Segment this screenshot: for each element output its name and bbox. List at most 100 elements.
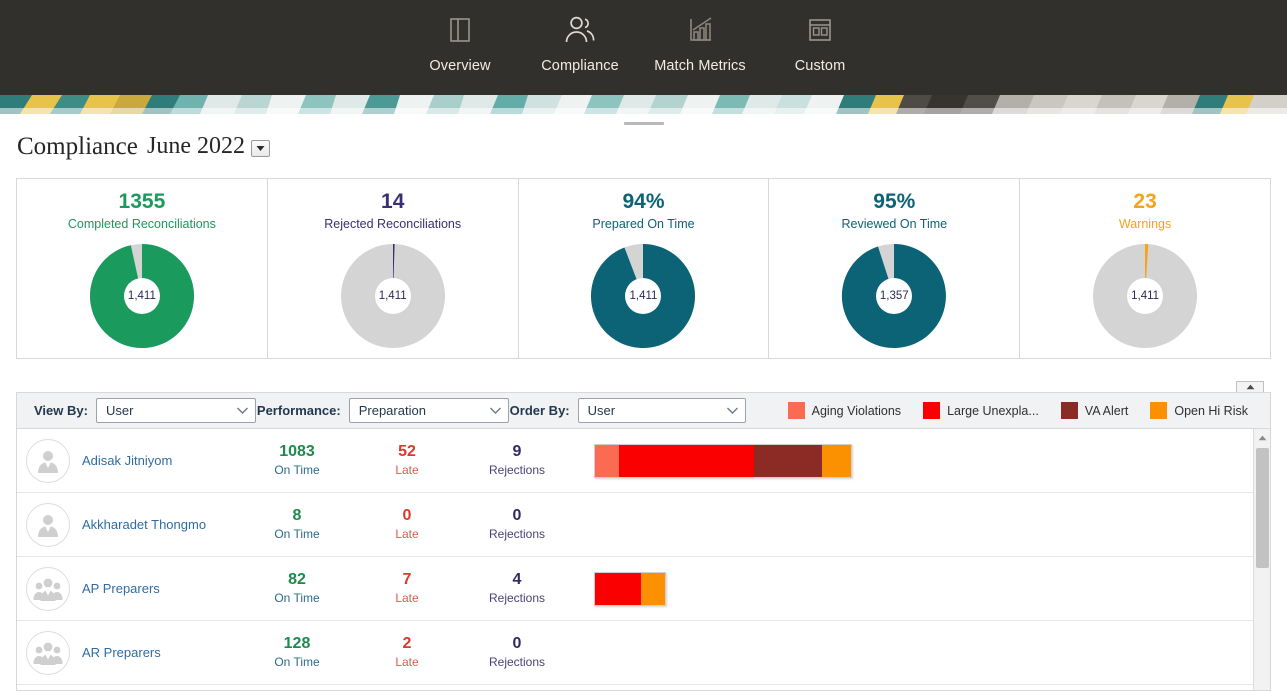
performance-select[interactable]: Preparation: [349, 398, 509, 423]
scrollbar-thumb[interactable]: [1256, 448, 1269, 568]
panel-drag-handle[interactable]: [624, 122, 664, 125]
metric-label: Late: [352, 590, 462, 607]
kpi-tile-rejected-reconciliations[interactable]: 14 Rejected Reconciliations 1,411: [268, 179, 519, 358]
legend-swatch: [923, 402, 940, 419]
nav-item-compliance[interactable]: Compliance: [520, 0, 640, 74]
legend-item-open-hi-risk[interactable]: Open Hi Risk: [1150, 402, 1248, 419]
chevron-down-icon: [726, 406, 739, 415]
nav-label-match-metrics: Match Metrics: [654, 58, 746, 74]
dashboard-window-icon: [805, 10, 835, 50]
kpi-caption: Warnings: [1119, 215, 1171, 233]
nav-label-custom: Custom: [795, 58, 846, 74]
legend-item-aging-violations[interactable]: Aging Violations: [788, 402, 901, 419]
period-label: June 2022: [147, 133, 245, 160]
bar-segment-aging-violations: [595, 445, 619, 477]
filter-performance-label: Performance:: [257, 403, 341, 418]
stacked-bar-cell[interactable]: [594, 572, 666, 606]
kpi-value: 23: [1133, 190, 1156, 214]
single-person-icon: [33, 446, 63, 476]
chevron-down-icon: [236, 406, 249, 415]
panel-collapse-toggle[interactable]: [1236, 381, 1264, 392]
table-row[interactable]: AP Preparers 82 On Time 7 Late 4 Rejecti…: [17, 557, 1255, 621]
metric-label: Late: [352, 654, 462, 671]
stacked-bar: [594, 444, 852, 478]
metric-value: 0: [462, 634, 572, 654]
metric-rejections: 0 Rejections: [462, 506, 572, 543]
kpi-value: 95%: [873, 190, 915, 214]
filter-view-by: View By: User: [34, 398, 256, 423]
decorative-banner-image: [0, 95, 1287, 114]
metric-value: 1083: [242, 442, 352, 462]
metric-rejections: 9 Rejections: [462, 442, 572, 479]
bar-segment-open-hi-risk: [641, 573, 665, 605]
metric-late: 0 Late: [352, 506, 462, 543]
layout-panel-icon: [445, 10, 475, 50]
donut-chart-warnings: 1,411: [1090, 241, 1200, 351]
donut-chart-reviewed-on-time: 1,357: [839, 241, 949, 351]
group-people-icon: [32, 638, 64, 668]
donut-center-value: 1,411: [588, 241, 698, 351]
donut-center-value: 1,411: [1090, 241, 1200, 351]
donut-chart-completed-reconciliations: 1,411: [87, 241, 197, 351]
user-name-link[interactable]: Akkharadet Thongmo: [82, 517, 242, 532]
view-by-select[interactable]: User: [96, 398, 256, 423]
kpi-caption: Completed Reconciliations: [68, 215, 216, 233]
kpi-caption: Prepared On Time: [592, 215, 694, 233]
donut-center-value: 1,411: [338, 241, 448, 351]
kpi-tile-completed-reconciliations[interactable]: 1355 Completed Reconciliations 1,411: [17, 179, 268, 358]
nav-item-custom[interactable]: Custom: [760, 0, 880, 74]
kpi-tile-reviewed-on-time[interactable]: 95% Reviewed On Time 1,357: [769, 179, 1020, 358]
user-name-link[interactable]: AP Preparers: [82, 581, 242, 596]
kpi-caption: Rejected Reconciliations: [324, 215, 461, 233]
nav-item-match-metrics[interactable]: Match Metrics: [640, 0, 760, 74]
performance-detail-panel: View By: User Performance: Preparation O…: [16, 392, 1271, 691]
donut-center-value: 1,357: [839, 241, 949, 351]
legend-label: Large Unexpla...: [947, 404, 1039, 418]
user-name-link[interactable]: Adisak Jitniyom: [82, 453, 242, 468]
legend-swatch: [1150, 402, 1167, 419]
table-row[interactable]: Adisak Jitniyom 1083 On Time 52 Late 9 R…: [17, 429, 1255, 493]
filter-view-by-label: View By:: [34, 403, 88, 418]
metric-value: 7: [352, 570, 462, 590]
nav-item-overview[interactable]: Overview: [400, 0, 520, 74]
legend-item-va-alert[interactable]: VA Alert: [1061, 402, 1129, 419]
legend-label: Aging Violations: [812, 404, 901, 418]
filter-order-by: Order By: User: [510, 398, 746, 423]
metric-late: 2 Late: [352, 634, 462, 671]
table-vertical-scrollbar[interactable]: [1253, 429, 1270, 690]
table-row[interactable]: Akkharadet Thongmo 8 On Time 0 Late 0 Re…: [17, 493, 1255, 557]
legend-item-large-unexplained[interactable]: Large Unexpla...: [923, 402, 1039, 419]
donut-chart-rejected-reconciliations: 1,411: [338, 241, 448, 351]
user-name-link[interactable]: AR Preparers: [82, 645, 242, 660]
nav-label-overview: Overview: [429, 58, 490, 74]
metric-on-time: 1083 On Time: [242, 442, 352, 479]
page-title: Compliance: [17, 133, 138, 161]
kpi-value: 94%: [622, 190, 664, 214]
table-row[interactable]: AR Preparers 128 On Time 2 Late 0 Reject…: [17, 621, 1255, 685]
metric-on-time: 128 On Time: [242, 634, 352, 671]
kpi-tile-warnings[interactable]: 23 Warnings 1,411: [1020, 179, 1270, 358]
kpi-caption: Reviewed On Time: [841, 215, 947, 233]
order-by-select[interactable]: User: [578, 398, 746, 423]
performance-value: Preparation: [359, 403, 489, 418]
stacked-bar-cell[interactable]: [594, 444, 852, 478]
top-navigation-bar: Overview Compliance Match Metrics: [0, 0, 1287, 95]
donut-chart-prepared-on-time: 1,411: [588, 241, 698, 351]
chevron-down-icon: [256, 145, 265, 152]
avatar: [26, 439, 70, 483]
filter-order-by-label: Order By:: [510, 403, 570, 418]
people-icon: [563, 10, 597, 50]
kpi-tile-prepared-on-time[interactable]: 94% Prepared On Time 1,411: [519, 179, 770, 358]
period-dropdown-button[interactable]: [251, 140, 270, 157]
kpi-value: 14: [381, 190, 404, 214]
chevron-up-icon: [1258, 435, 1267, 441]
metric-label: On Time: [242, 526, 352, 543]
bar-segment-va-alert: [754, 445, 822, 477]
filter-performance: Performance: Preparation: [257, 398, 509, 423]
stacked-bar: [594, 572, 666, 606]
metric-label: Rejections: [462, 462, 572, 479]
metric-value: 0: [352, 506, 462, 526]
order-by-value: User: [588, 403, 726, 418]
scrollbar-up-arrow[interactable]: [1254, 429, 1271, 446]
metric-label: Late: [352, 526, 462, 543]
